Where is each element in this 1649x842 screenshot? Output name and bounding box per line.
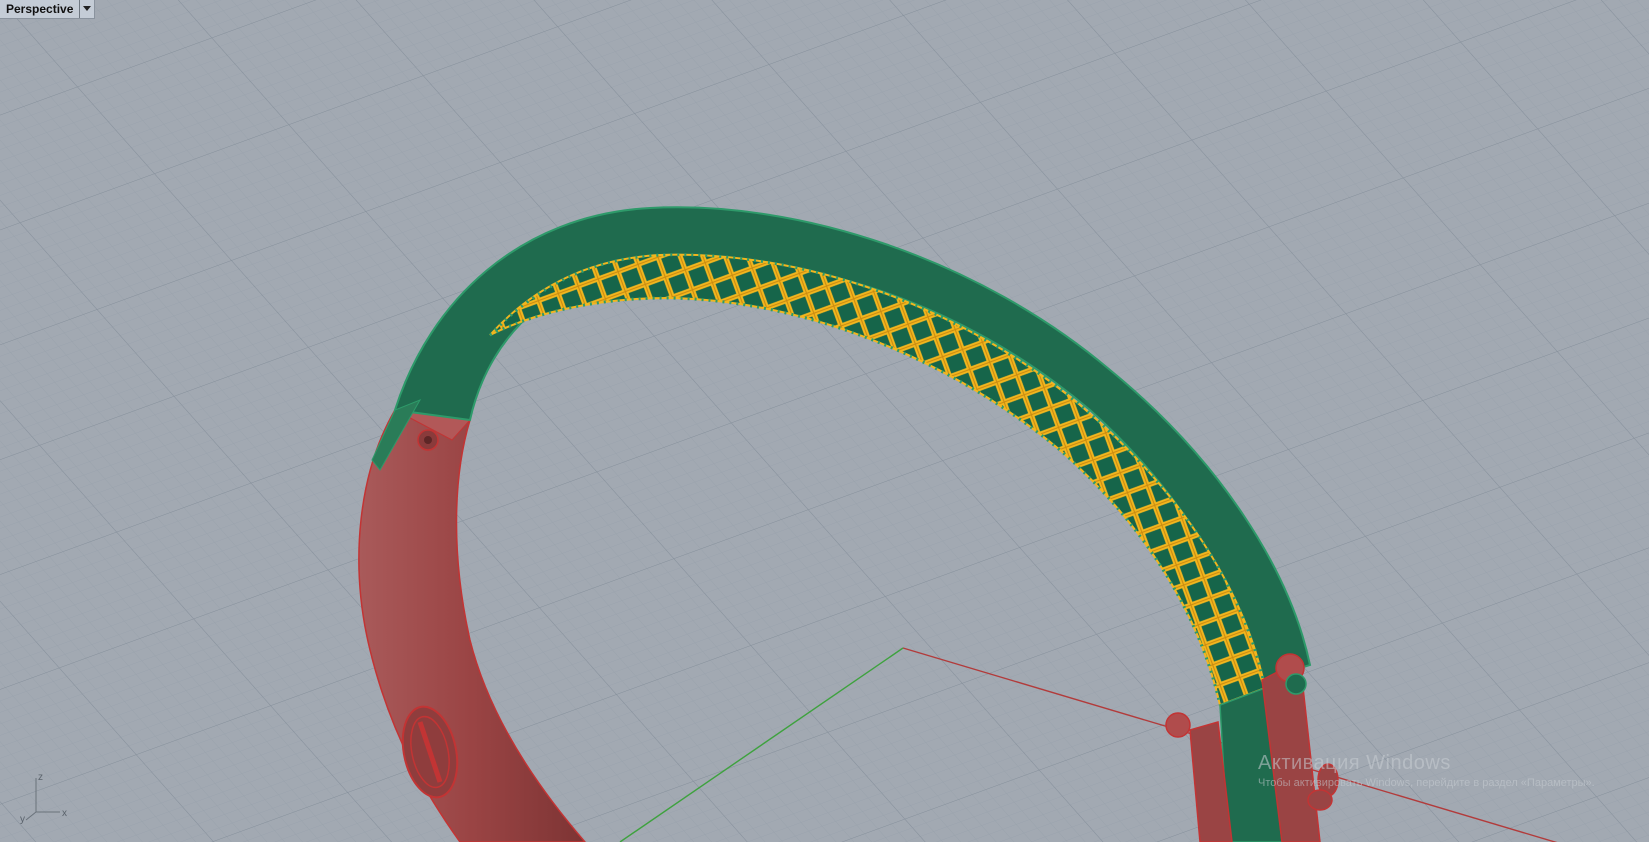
watermark-subtitle: Чтобы активировать Windows, перейдите в … xyxy=(1258,777,1595,789)
viewport-title[interactable]: Perspective xyxy=(0,0,79,18)
activation-watermark: Активация Windows Чтобы активировать Win… xyxy=(1258,752,1595,789)
axis-label-x: x xyxy=(62,808,67,819)
axis-label-z: z xyxy=(38,772,43,783)
axis-label-y: y xyxy=(20,814,25,825)
hinge-knuckle-icon xyxy=(1165,712,1191,738)
model-canvas[interactable]: z x y xyxy=(0,0,1649,842)
watermark-title: Активация Windows xyxy=(1258,752,1451,774)
perspective-viewport[interactable]: z x y Perspective Активация Windows Чтоб… xyxy=(0,0,1649,842)
construction-grid-major xyxy=(0,0,1649,842)
viewport-title-tab[interactable]: Perspective xyxy=(0,0,96,19)
viewport-menu-dropdown-icon[interactable] xyxy=(79,0,94,18)
